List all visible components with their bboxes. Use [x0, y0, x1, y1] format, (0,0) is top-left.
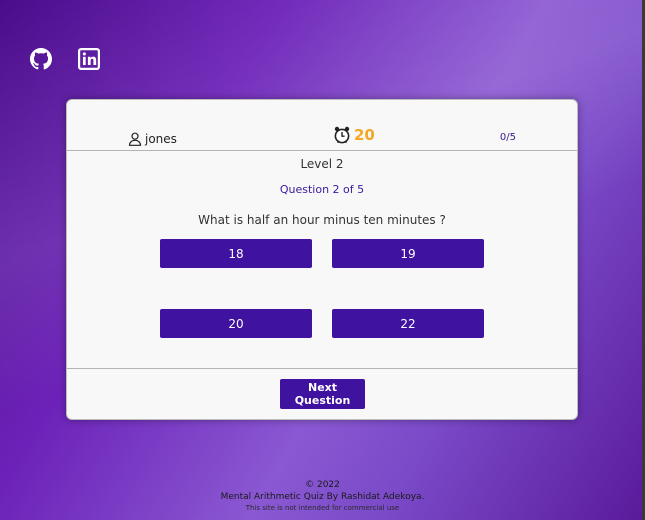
quiz-header: jones 20 0/5: [67, 100, 577, 151]
quiz-card: jones 20 0/5 Level 2 Question 2 of 5 Wha…: [66, 99, 578, 420]
answer-button[interactable]: 20: [160, 309, 312, 338]
github-icon: [30, 48, 52, 70]
linkedin-icon: [78, 48, 100, 70]
question-number: Question 2 of 5: [279, 183, 365, 196]
answer-button[interactable]: 18: [160, 239, 312, 268]
card-footer-divider: [67, 368, 577, 369]
disclaimer: This site is not intended for commercial…: [245, 504, 400, 512]
answer-button[interactable]: 19: [332, 239, 484, 268]
alarm-clock-icon: [334, 126, 350, 144]
credit-text: Mental Arithmetic Quiz By Rashidat Adeko…: [220, 492, 425, 502]
next-question-button[interactable]: Next Question: [280, 379, 365, 409]
social-links: [30, 48, 100, 70]
user-info: jones: [128, 132, 177, 146]
question-text: What is half an hour minus ten minutes ?: [198, 213, 446, 227]
copyright: © 2022: [305, 480, 340, 490]
username: jones: [145, 132, 177, 146]
level-label: Level 2: [300, 157, 344, 171]
page-footer: © 2022 Mental Arithmetic Quiz By Rashida…: [0, 479, 645, 514]
timer-value: 20: [354, 126, 375, 144]
score: 0/5: [499, 132, 516, 143]
github-link[interactable]: [30, 48, 52, 70]
linkedin-link[interactable]: [78, 48, 100, 70]
user-icon: [128, 132, 142, 146]
timer: 20: [334, 126, 375, 144]
answer-button[interactable]: 22: [332, 309, 484, 338]
